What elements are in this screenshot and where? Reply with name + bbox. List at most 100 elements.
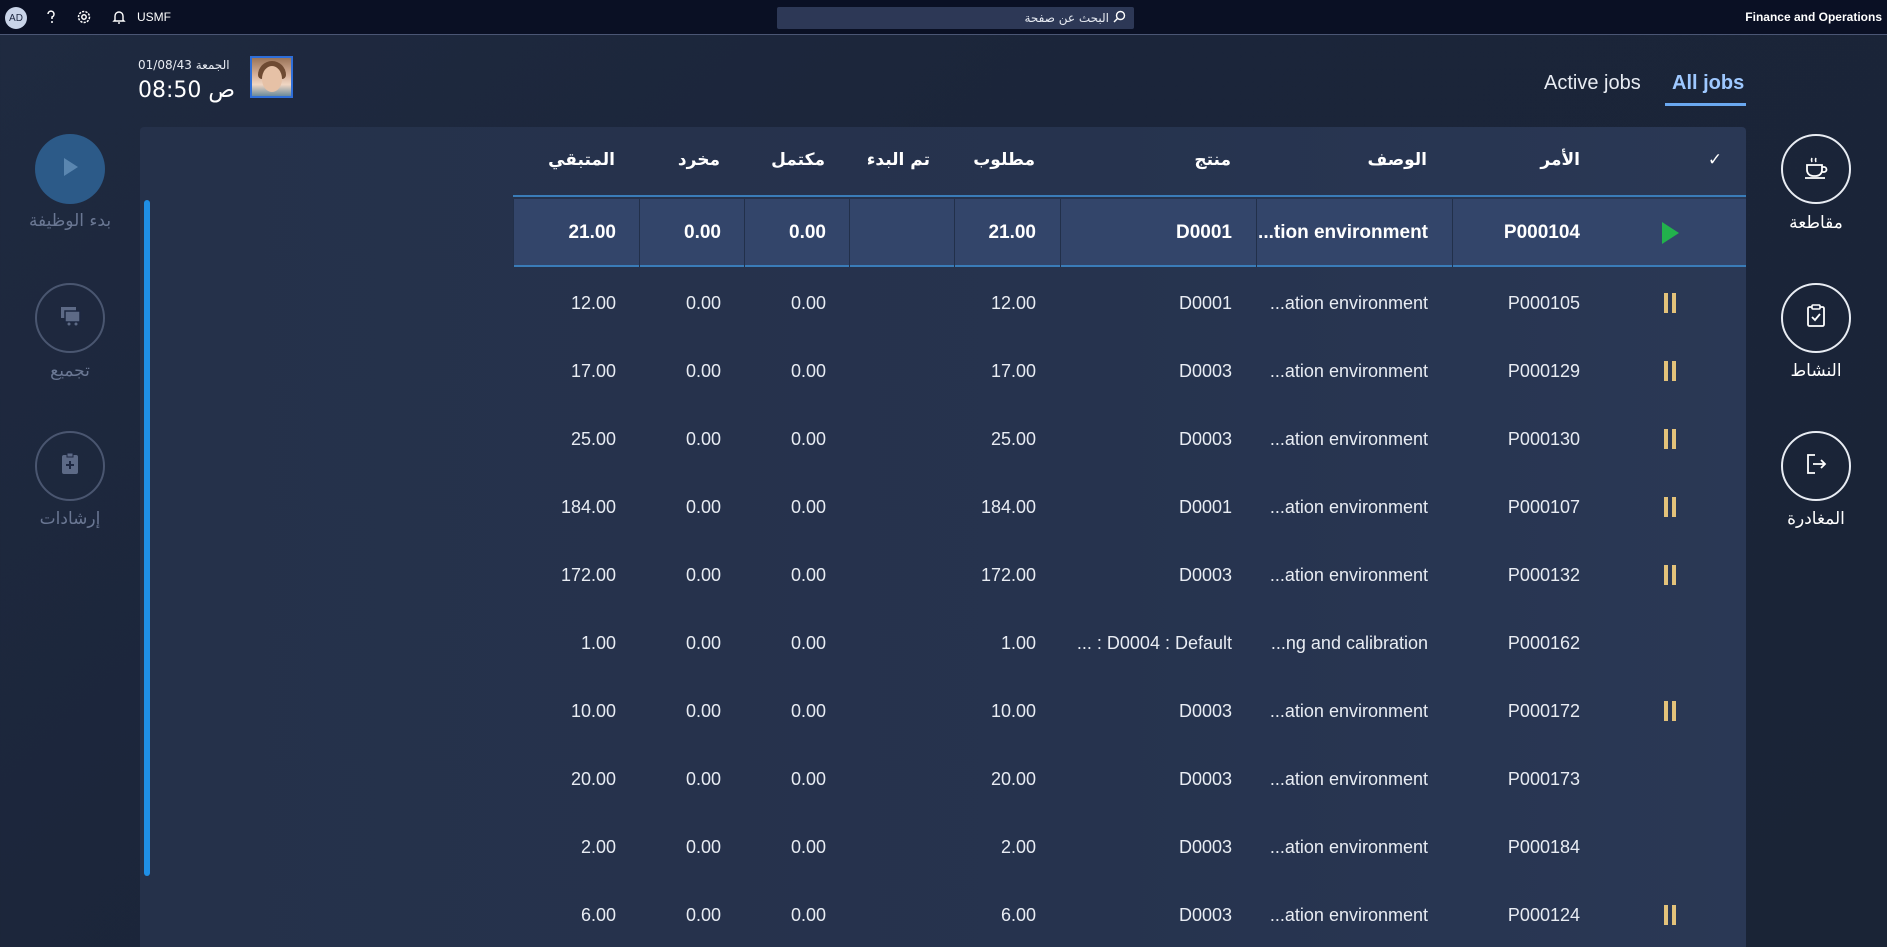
paused-status-icon [1659, 699, 1681, 723]
paused-status-icon [1659, 903, 1681, 927]
active-tab-indicator [1665, 103, 1746, 106]
cell-scrapped: 0.00 [685, 496, 721, 517]
bell-icon[interactable] [110, 8, 128, 26]
cell-product: D0003 [1178, 768, 1232, 789]
empty-status-icon [1659, 835, 1681, 859]
cell-required: 21.00 [988, 222, 1036, 243]
cell-required: 184.00 [980, 496, 1036, 517]
start-job-label: بدء الوظيفة [28, 211, 112, 231]
column-header-completed[interactable]: مكتمل [740, 150, 825, 170]
worker-avatar[interactable] [250, 56, 293, 98]
cell-started [840, 745, 930, 813]
table-row[interactable]: P000105 ...ation environment D0001 12.00 0.0… [513, 269, 1746, 337]
column-header-required[interactable]: مطلوب [940, 150, 1035, 170]
top-bar: AD USMF البحث عن صفحة Finance and Operat… [0, 0, 1887, 35]
header-divider [513, 195, 1746, 197]
cell-remaining: 20.00 [570, 768, 616, 789]
cell-remaining: 184.00 [560, 496, 616, 517]
column-header-product[interactable]: منتج [1100, 150, 1231, 170]
cell-product: D0003 [1178, 360, 1232, 381]
table-row[interactable]: P000130 ...ation environment D0003 25.00 0.0… [513, 405, 1746, 473]
cell-started [840, 473, 930, 541]
cell-required: 6.00 [1000, 904, 1036, 925]
cell-scrapped: 0.00 [685, 700, 721, 721]
cell-scrapped: 0.00 [685, 360, 721, 381]
column-header-order[interactable]: الأمر [1480, 150, 1580, 170]
sign-out-icon [1803, 451, 1829, 481]
empty-status-icon [1659, 631, 1681, 655]
cell-required: 10.00 [990, 700, 1036, 721]
search-box[interactable]: البحث عن صفحة [777, 7, 1134, 29]
column-header-description[interactable]: الوصف [1300, 150, 1427, 170]
table-row[interactable]: P000104 ...tion environment D0001 21.00 0.00… [513, 199, 1746, 267]
table-row[interactable]: P000172 ...ation environment D0003 10.00 0.0… [513, 677, 1746, 745]
cell-order: P000129 [1507, 360, 1580, 381]
cell-product: D0003 [1178, 836, 1232, 857]
cell-scrapped: 0.00 [685, 292, 721, 313]
table-row[interactable]: P000107 ...ation environment D0001 184.00 0.… [513, 473, 1746, 541]
cell-remaining: 25.00 [570, 428, 616, 449]
instructions-icon [58, 451, 82, 481]
search-icon [1113, 10, 1126, 26]
table-row[interactable]: P000124 ...ation environment D0003 6.00 0.00… [513, 881, 1746, 947]
cell-product: D0003 [1178, 904, 1232, 925]
help-icon[interactable] [42, 8, 60, 26]
cell-started [840, 199, 930, 267]
select-all-checkbox[interactable]: ✓ [1700, 150, 1730, 170]
cell-description: ...ng and calibration [1270, 632, 1428, 653]
activity-button[interactable] [1781, 283, 1851, 353]
cell-completed: 0.00 [790, 836, 826, 857]
column-header-scrapped[interactable]: مخرد [640, 150, 720, 170]
cell-completed: 0.00 [790, 904, 826, 925]
break-button[interactable] [1781, 134, 1851, 204]
table-row[interactable]: P000132 ...ation environment D0003 172.00 0.… [513, 541, 1746, 609]
cell-description: ...ation environment [1269, 292, 1428, 313]
gear-icon[interactable] [75, 8, 93, 26]
sign-out-button[interactable] [1781, 431, 1851, 501]
company-selector[interactable]: USMF [137, 10, 171, 24]
cell-started [840, 541, 930, 609]
table-row[interactable]: P000184 ...ation environment D0003 2.00 0.00… [513, 813, 1746, 881]
cell-required: 12.00 [990, 292, 1036, 313]
cell-started [840, 677, 930, 745]
cell-scrapped: 0.00 [685, 904, 721, 925]
cell-scrapped: 0.00 [684, 222, 721, 243]
cell-description: ...ation environment [1269, 700, 1428, 721]
activity-label: النشاط [1790, 361, 1842, 381]
paused-status-icon [1659, 495, 1681, 519]
search-placeholder: البحث عن صفحة [1024, 11, 1109, 25]
cell-order: P000132 [1507, 564, 1580, 585]
break-label: مقاطعة [1789, 213, 1843, 233]
cell-remaining: 10.00 [570, 700, 616, 721]
cell-description: ...ation environment [1269, 564, 1428, 585]
cell-order: P000124 [1507, 904, 1580, 925]
bundle-button[interactable] [35, 283, 105, 353]
tab-all-jobs[interactable]: All jobs [1672, 72, 1744, 95]
cell-description: ...ation environment [1269, 836, 1428, 857]
sign-out-label: المغادرة [1787, 509, 1845, 529]
play-icon [59, 155, 81, 183]
table-row[interactable]: P000162 ...ng and calibration ... : D0004 … [513, 609, 1746, 677]
cell-completed: 0.00 [790, 496, 826, 517]
column-header-started[interactable]: تم البدء [840, 150, 930, 170]
table-row[interactable]: P000129 ...ation environment D0003 17.00 0.0… [513, 337, 1746, 405]
cell-scrapped: 0.00 [685, 564, 721, 585]
cell-description: ...ation environment [1269, 360, 1428, 381]
cell-started [840, 881, 930, 947]
cell-product: D0001 [1176, 222, 1232, 243]
cell-required: 2.00 [1000, 836, 1036, 857]
cell-description: ...ation environment [1269, 496, 1428, 517]
start-job-button[interactable] [35, 134, 105, 204]
user-initials-avatar[interactable]: AD [5, 7, 27, 29]
tab-active-jobs[interactable]: Active jobs [1544, 72, 1641, 95]
cell-order: P000184 [1507, 836, 1580, 857]
instructions-button[interactable] [35, 431, 105, 501]
cell-required: 25.00 [990, 428, 1036, 449]
table-row[interactable]: P000173 ...ation environment D0003 20.00 0.0… [513, 745, 1746, 813]
column-header-remaining[interactable]: المتبقي [520, 150, 615, 170]
cell-completed: 0.00 [790, 564, 826, 585]
grid-scrollbar[interactable] [144, 200, 150, 876]
current-time: 08:50 ص [138, 78, 236, 103]
coffee-cup-icon [1802, 154, 1830, 184]
cell-required: 1.00 [1000, 632, 1036, 653]
